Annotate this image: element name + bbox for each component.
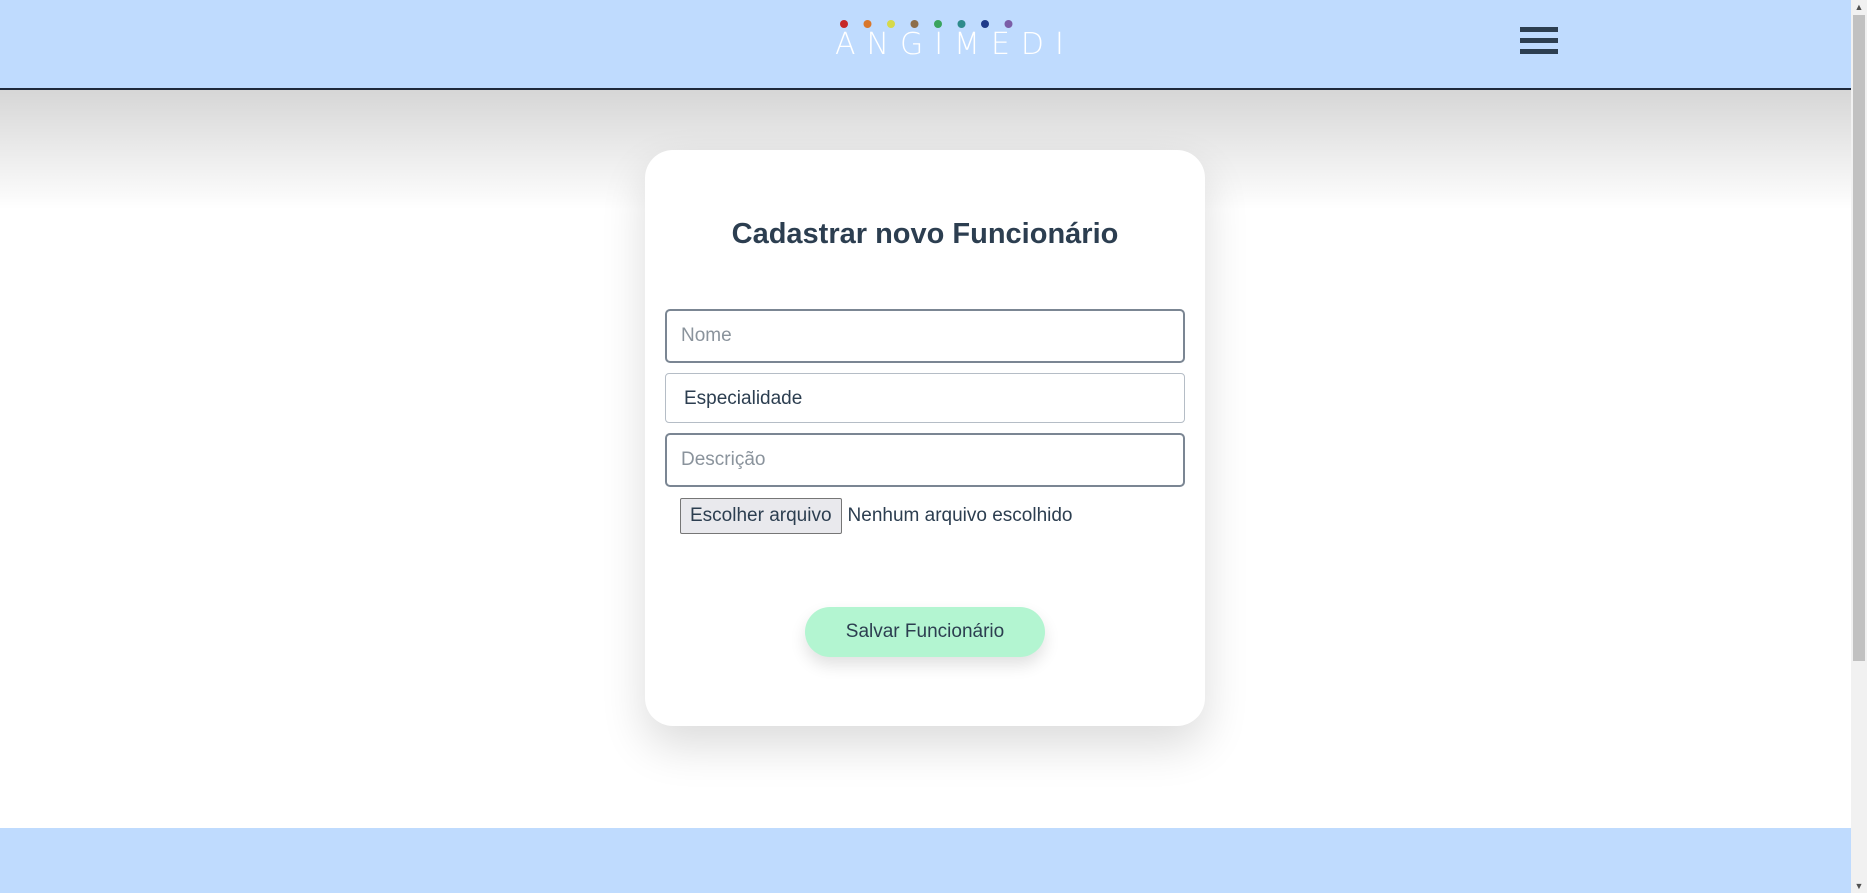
scroll-up-arrow-icon[interactable]: ▲ (1851, 0, 1867, 14)
scroll-down-arrow-icon[interactable]: ▼ (1851, 879, 1867, 893)
header-bar: ANGIMEDI (0, 0, 1851, 90)
scrollbar-thumb[interactable] (1853, 15, 1865, 661)
vertical-scrollbar[interactable]: ▲ ▼ (1851, 0, 1867, 893)
form-title: Cadastrar novo Funcionário (731, 218, 1119, 250)
logo-text: ANGIMEDI (835, 27, 1075, 62)
footer-bar (0, 828, 1851, 893)
file-status-text: Nenhum arquivo escolhido (847, 505, 1073, 526)
save-employee-button[interactable]: Salvar Funcionário (805, 607, 1045, 657)
hamburger-menu-icon[interactable] (1520, 27, 1562, 59)
page: ANGIMEDI Cadastrar novo Funcionário Espe… (0, 0, 1867, 893)
specialty-select[interactable]: Especialidade (665, 373, 1185, 423)
register-employee-card: Cadastrar novo Funcionário Especialidade… (645, 150, 1205, 726)
name-input[interactable] (665, 309, 1185, 363)
file-upload-row: Escolher arquivo Nenhum arquivo escolhid… (680, 497, 1073, 535)
angimedi-logo[interactable]: ANGIMEDI (835, 18, 1075, 62)
description-input[interactable] (665, 433, 1185, 487)
choose-file-button[interactable]: Escolher arquivo (680, 498, 842, 534)
